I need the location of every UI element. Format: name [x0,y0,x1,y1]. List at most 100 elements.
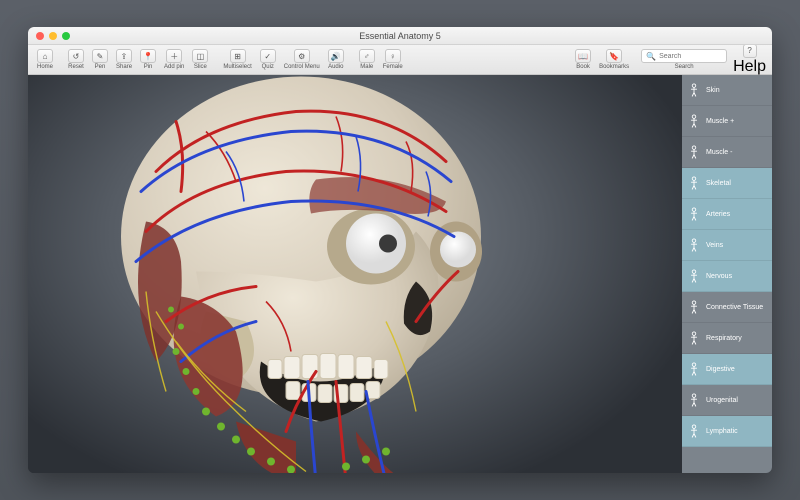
search-field[interactable] [659,53,719,60]
multiselect-icon: ⊞ [230,49,246,63]
body-icon [688,207,700,221]
female-label: Female [383,64,403,70]
pen-button[interactable]: ✎Pen [89,48,111,71]
system-item-urogenital[interactable]: Urogenital [682,385,772,416]
app-window: Essential Anatomy 5 ⌂ Home ↺Reset ✎Pen ⇪… [28,27,772,473]
share-label: Share [116,64,132,70]
system-item-respiratory[interactable]: Respiratory [682,323,772,354]
body-icon [688,362,700,376]
body-icon [688,269,700,283]
reset-icon: ↺ [68,49,84,63]
3d-viewport[interactable] [28,75,682,473]
home-icon: ⌂ [37,49,53,63]
book-icon: 📖 [575,49,591,63]
system-label: Muscle - [706,149,732,156]
share-button[interactable]: ⇪Share [113,48,135,71]
male-icon: ♂ [359,49,375,63]
male-label: Male [360,64,373,70]
system-label: Lymphatic [706,428,738,435]
help-button[interactable]: ? Help [733,44,766,76]
system-label: Respiratory [706,335,742,342]
system-item-digestive[interactable]: Digestive [682,354,772,385]
pin-button[interactable]: 📍Pin [137,48,159,71]
system-label: Muscle + [706,118,734,125]
toolbar: ⌂ Home ↺Reset ✎Pen ⇪Share 📍Pin ＋Add pin … [28,45,772,75]
share-icon: ⇪ [116,49,132,63]
system-label: Arteries [706,211,730,218]
systems-panel: Skin Muscle + Muscle - Skeletal Arteries Vein… [682,75,772,473]
pin-label: Pin [144,64,153,70]
minimize-icon[interactable] [49,32,57,40]
body-icon [688,238,700,252]
system-label: Skin [706,87,720,94]
system-item-muscle-[interactable]: Muscle - [682,137,772,168]
audio-label: Audio [328,64,343,70]
quiz-button[interactable]: ✓Quiz [257,48,279,71]
home-button[interactable]: ⌂ Home [34,48,56,71]
close-icon[interactable] [36,32,44,40]
zoom-icon[interactable] [62,32,70,40]
audio-icon: 🔊 [328,49,344,63]
system-label: Urogenital [706,397,738,404]
reset-button[interactable]: ↺Reset [65,48,87,71]
help-icon: ? [743,44,757,58]
system-label: Veins [706,242,723,249]
bookmarks-label: Bookmarks [599,64,629,70]
system-label: Skeletal [706,180,731,187]
app-body: Skin Muscle + Muscle - Skeletal Arteries Vein… [28,75,772,473]
body-icon [688,145,700,159]
slice-icon: ◫ [192,49,208,63]
system-label: Digestive [706,366,735,373]
system-item-nervous[interactable]: Nervous [682,261,772,292]
multiselect-button[interactable]: ⊞Multiselect [220,48,254,71]
system-item-lymphatic[interactable]: Lymphatic [682,416,772,447]
quiz-label: Quiz [262,64,274,70]
body-icon [688,114,700,128]
body-icon [688,176,700,190]
anatomy-model[interactable] [86,75,546,473]
addpin-icon: ＋ [166,49,182,63]
search-icon: 🔍 [646,52,656,61]
body-icon [688,300,700,314]
home-label: Home [37,64,53,70]
addpin-button[interactable]: ＋Add pin [161,48,187,71]
slice-label: Slice [194,64,207,70]
pen-label: Pen [95,64,106,70]
book-button[interactable]: 📖Book [572,48,594,71]
gear-icon: ⚙ [294,49,310,63]
pin-icon: 📍 [140,49,156,63]
window-controls [28,32,70,40]
titlebar: Essential Anatomy 5 [28,27,772,45]
body-icon [688,424,700,438]
pen-icon: ✎ [92,49,108,63]
female-button[interactable]: ♀Female [380,48,406,71]
system-item-skeletal[interactable]: Skeletal [682,168,772,199]
female-icon: ♀ [385,49,401,63]
window-title: Essential Anatomy 5 [28,31,772,41]
slice-button[interactable]: ◫Slice [189,48,211,71]
system-item-connective-tissue[interactable]: Connective Tissue [682,292,772,323]
help-label: Help [733,58,766,76]
bookmarks-icon: 🔖 [606,49,622,63]
system-item-skin[interactable]: Skin [682,75,772,106]
audio-button[interactable]: 🔊Audio [325,48,347,71]
body-icon [688,331,700,345]
system-item-arteries[interactable]: Arteries [682,199,772,230]
system-item-muscle-[interactable]: Muscle + [682,106,772,137]
search-input[interactable]: 🔍 [641,49,727,63]
body-icon [688,83,700,97]
controlmenu-button[interactable]: ⚙Control Menu [281,48,323,71]
search-label: Search [675,64,694,70]
body-icon [688,393,700,407]
controlmenu-label: Control Menu [284,64,320,70]
system-item-veins[interactable]: Veins [682,230,772,261]
system-label: Nervous [706,273,732,280]
addpin-label: Add pin [164,64,184,70]
multiselect-label: Multiselect [223,64,251,70]
system-label: Connective Tissue [706,304,763,311]
bookmarks-button[interactable]: 🔖Bookmarks [596,48,632,71]
reset-label: Reset [68,64,84,70]
male-button[interactable]: ♂Male [356,48,378,71]
book-label: Book [576,64,590,70]
quiz-icon: ✓ [260,49,276,63]
